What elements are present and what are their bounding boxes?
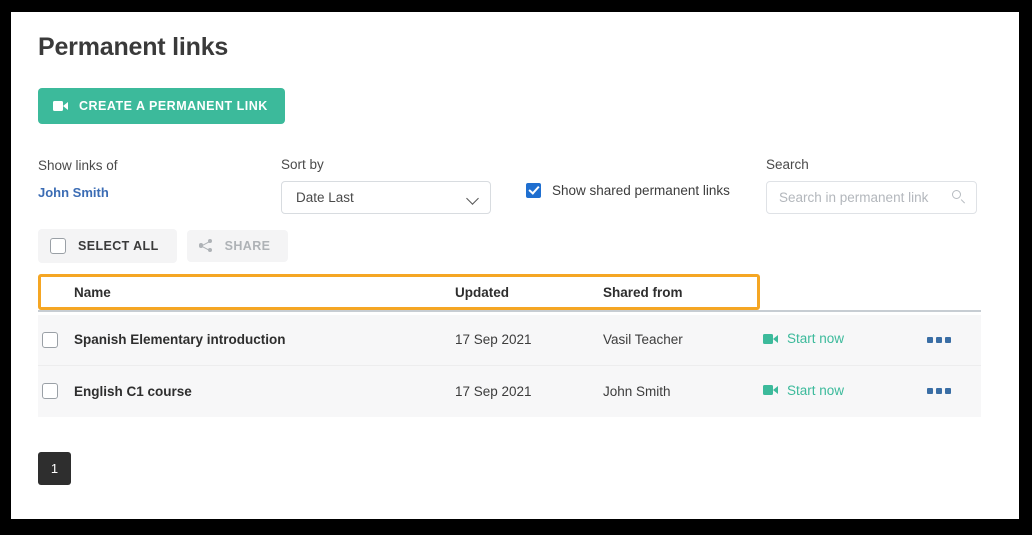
row-start-cell: Start now [763,331,905,349]
table-row[interactable]: Spanish Elementary introduction 17 Sep 2… [38,314,981,366]
column-header-name[interactable]: Name [74,285,455,300]
row-shared-from: John Smith [603,383,671,399]
select-all-button[interactable]: SELECT ALL [38,228,177,263]
show-links-of-filter: Show links of John Smith [38,157,281,202]
more-options-icon[interactable] [927,388,951,394]
search-filter: Search [766,157,977,214]
search-input[interactable] [766,180,977,214]
start-now-label: Start now [787,382,845,398]
column-header-updated[interactable]: Updated [455,285,603,300]
row-checkbox-cell [42,383,74,399]
pagination: 1 [38,451,1019,485]
page-title: Permanent links [38,33,229,61]
bulk-actions-bar: SELECT ALL SHARE [38,228,1019,263]
table-header-row: Name Updated Shared from [38,279,981,306]
row-menu-cell [905,336,981,343]
filters-row: Show links of John Smith Sort by Date La… [38,157,1019,215]
create-permanent-link-label: CREATE A PERMANENT LINK [79,98,268,113]
row-start-cell: Start now [763,382,905,400]
more-options-icon[interactable] [927,336,951,343]
show-shared-links-checkbox[interactable] [526,182,541,198]
row-shared-from: Vasil Teacher [603,332,683,347]
screenshot-frame: Permanent links CREATE A PERMANENT LINK … [0,0,1032,535]
owner-link[interactable]: John Smith [38,182,109,200]
table-row[interactable]: English C1 course 17 Sep 2021 John Smith… [38,365,981,417]
create-permanent-link-button[interactable]: CREATE A PERMANENT LINK [38,87,285,124]
permanent-links-page: Permanent links CREATE A PERMANENT LINK … [11,12,1019,519]
show-shared-links-label: Show shared permanent links [552,182,730,198]
show-shared-links-toggle[interactable]: Show shared permanent links [526,157,766,198]
video-camera-icon [53,100,68,111]
pagination-page-1[interactable]: 1 [38,451,71,485]
sort-by-select-wrapper: Date Last [281,180,491,214]
select-all-checkbox[interactable] [50,237,66,254]
sort-by-filter: Sort by Date Last [281,157,526,214]
permanent-links-table: Name Updated Shared from Spanish Element… [38,273,981,417]
row-updated: 17 Sep 2021 [455,383,532,399]
row-checkbox-cell [42,331,74,348]
row-updated: 17 Sep 2021 [455,332,532,347]
row-menu-cell [905,388,981,394]
start-now-link[interactable]: Start now [763,383,844,398]
share-icon [198,238,213,253]
row-name: English C1 course [74,383,192,399]
row-name: Spanish Elementary introduction [74,332,286,347]
column-header-shared-from[interactable]: Shared from [603,285,763,300]
row-checkbox[interactable] [42,331,58,348]
start-now-label: Start now [787,331,845,346]
select-all-label: SELECT ALL [78,238,159,253]
search-input-wrapper [766,180,977,214]
share-button[interactable]: SHARE [186,229,289,262]
sort-by-select[interactable]: Date Last [281,180,491,214]
header-divider [38,309,981,312]
search-label: Search [766,156,809,172]
sort-by-label: Sort by [281,156,324,172]
video-camera-icon [763,385,778,395]
share-label: SHARE [224,238,271,253]
show-links-of-label: Show links of [38,157,118,173]
table-header: Name Updated Shared from [38,273,981,315]
video-camera-icon [763,333,778,344]
start-now-link[interactable]: Start now [763,331,844,346]
row-checkbox[interactable] [42,383,58,399]
